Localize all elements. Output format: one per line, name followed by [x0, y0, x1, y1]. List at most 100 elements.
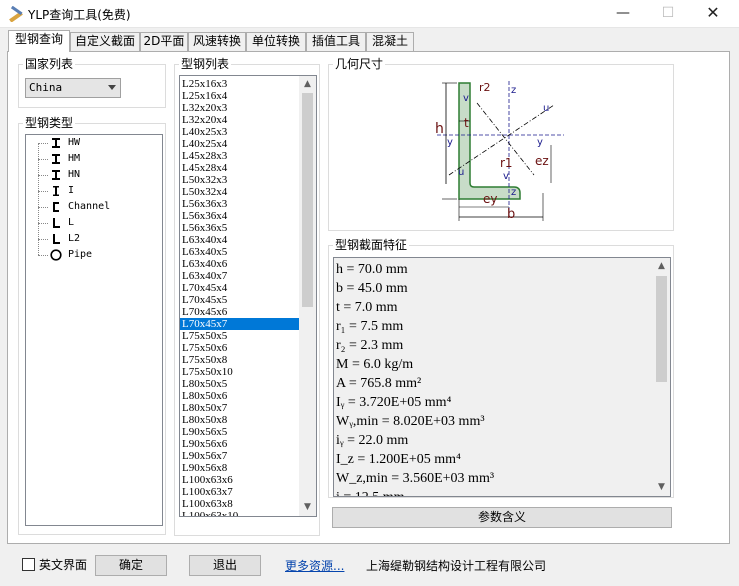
list-item[interactable]: L80x50x5	[180, 378, 300, 390]
list-item[interactable]: L100x63x6	[180, 474, 300, 486]
tree-branch	[38, 191, 48, 192]
property-line: W_z,min = 3.560E+03 mm³	[336, 471, 495, 486]
list-item[interactable]: L25x16x4	[180, 90, 300, 102]
properties-scrollbar[interactable]: ▲ ▼	[653, 258, 670, 496]
label-y-right: y	[537, 137, 543, 148]
tab-2d-plane[interactable]: 2D平面	[140, 32, 188, 51]
list-item[interactable]: L40x25x4	[180, 138, 300, 150]
maximize-button[interactable]: ☐	[645, 0, 691, 28]
tab-wind-speed[interactable]: 风速转换	[188, 32, 246, 51]
property-line: r₂ = 2.3 mm	[336, 338, 404, 353]
list-item[interactable]: L90x56x8	[180, 462, 300, 474]
scroll-thumb[interactable]	[656, 276, 667, 382]
tab-steel-query[interactable]: 型钢查询	[8, 30, 70, 52]
tree-branch	[38, 239, 48, 240]
property-line: h = 70.0 mm	[336, 262, 408, 277]
label-y-left: y	[447, 137, 453, 148]
label-u-bottom: u	[458, 167, 464, 178]
country-group-label: 国家列表	[23, 57, 76, 71]
list-item[interactable]: L56x36x4	[180, 210, 300, 222]
ok-button[interactable]: 确定	[95, 555, 167, 576]
list-item[interactable]: L70x45x6	[180, 306, 300, 318]
list-item[interactable]: L63x40x5	[180, 246, 300, 258]
list-item[interactable]: L56x36x3	[180, 198, 300, 210]
angle-section-diagram: r2 z v u h t y y r1 v u ez z ey b	[435, 81, 564, 222]
properties-group: 型钢截面特征 h = 70.0 mm b = 45.0 mm t = 7.0 mm r…	[328, 238, 674, 498]
list-item[interactable]: L70x45x5	[180, 294, 300, 306]
tab-unit-convert[interactable]: 单位转换	[246, 32, 306, 51]
list-item[interactable]: L63x40x6	[180, 258, 300, 270]
scroll-up-icon[interactable]: ▲	[299, 76, 316, 93]
list-item[interactable]: L70x45x4	[180, 282, 300, 294]
title-bar: YLP查询工具(免费) — ☐ ✕	[0, 0, 739, 28]
list-item[interactable]: L32x20x3	[180, 102, 300, 114]
list-item[interactable]: L45x28x3	[180, 150, 300, 162]
label-z-bottom: z	[511, 187, 516, 198]
tree-item-label: Channel	[68, 201, 111, 212]
scroll-up-icon[interactable]: ▲	[653, 258, 670, 275]
list-item[interactable]: L75x50x10	[180, 366, 300, 378]
property-line: Wᵧ,min = 8.020E+03 mm³	[336, 414, 485, 429]
list-item[interactable]: L45x28x4	[180, 162, 300, 174]
label-r1: r1	[500, 156, 513, 170]
property-line: Iᵧ = 3.720E+05 mm⁴	[336, 395, 452, 410]
label-r2: r2	[479, 81, 491, 94]
property-line: A = 765.8 mm²	[336, 376, 422, 391]
tree-branch	[38, 159, 48, 160]
list-item[interactable]: L80x50x7	[180, 402, 300, 414]
country-select[interactable]: China	[25, 78, 121, 98]
steel-listbox[interactable]: L25x16x3 L25x16x4 L32x20x3 L32x20x4 L40x25x3…	[179, 75, 317, 517]
label-u-top: u	[543, 103, 549, 114]
steel-list-scrollbar[interactable]: ▲ ▼	[299, 76, 316, 516]
property-line: b = 45.0 mm	[336, 281, 408, 296]
list-item[interactable]: L75x50x8	[180, 354, 300, 366]
steel-type-group-label: 型钢类型	[23, 116, 76, 130]
label-ez: ez	[535, 154, 549, 168]
tab-custom-section[interactable]: 自定义截面	[70, 32, 140, 51]
list-item[interactable]: L50x32x4	[180, 186, 300, 198]
list-item[interactable]: L80x50x8	[180, 414, 300, 426]
tree-branch	[38, 175, 48, 176]
list-item[interactable]: L100x63x7	[180, 486, 300, 498]
tab-concrete[interactable]: 混凝土	[366, 32, 414, 51]
list-item[interactable]: L25x16x3	[180, 78, 300, 90]
english-ui-checkbox[interactable]	[22, 558, 35, 571]
parameter-meaning-button[interactable]: 参数含义	[332, 507, 672, 528]
i-beam-icon	[52, 154, 60, 164]
steel-type-group: 型钢类型 HW HM HN I Channel L L2 Pipe	[18, 116, 166, 535]
tree-branch	[38, 143, 48, 144]
label-b: b	[507, 207, 515, 222]
scroll-down-icon[interactable]: ▼	[653, 479, 670, 496]
tree-item-label: L	[68, 217, 75, 228]
close-button[interactable]: ✕	[690, 0, 736, 28]
pencil-ruler-icon	[9, 6, 23, 22]
list-item[interactable]: L70x45x7	[180, 318, 300, 330]
list-item[interactable]: L63x40x4	[180, 234, 300, 246]
list-item[interactable]: L90x56x7	[180, 450, 300, 462]
tree-branch	[38, 207, 48, 208]
list-item[interactable]: L56x36x5	[180, 222, 300, 234]
list-item[interactable]: L90x56x6	[180, 438, 300, 450]
scroll-down-icon[interactable]: ▼	[299, 499, 316, 516]
window-title: YLP查询工具(免费)	[28, 8, 131, 22]
pipe-icon	[50, 249, 62, 261]
list-item[interactable]: L75x50x5	[180, 330, 300, 342]
list-item[interactable]: L32x20x4	[180, 114, 300, 126]
properties-group-label: 型钢截面特征	[333, 238, 410, 252]
double-angle-icon	[53, 234, 60, 244]
minimize-button[interactable]: —	[600, 0, 646, 28]
list-item[interactable]: L40x25x3	[180, 126, 300, 138]
tab-interpolation[interactable]: 插值工具	[306, 32, 366, 51]
list-item[interactable]: L50x32x3	[180, 174, 300, 186]
exit-button[interactable]: 退出	[189, 555, 261, 576]
list-item[interactable]: L100x63x10	[180, 510, 300, 516]
label-z-top: z	[511, 85, 516, 96]
list-item[interactable]: L90x56x5	[180, 426, 300, 438]
more-resources-link[interactable]: 更多资源...	[285, 557, 344, 574]
list-item[interactable]: L80x50x6	[180, 390, 300, 402]
list-item[interactable]: L63x40x7	[180, 270, 300, 282]
list-item[interactable]: L75x50x6	[180, 342, 300, 354]
properties-textbox[interactable]: h = 70.0 mm b = 45.0 mm t = 7.0 mm r₁ = 7.5…	[333, 257, 671, 497]
list-item[interactable]: L100x63x8	[180, 498, 300, 510]
scroll-thumb[interactable]	[302, 93, 313, 307]
